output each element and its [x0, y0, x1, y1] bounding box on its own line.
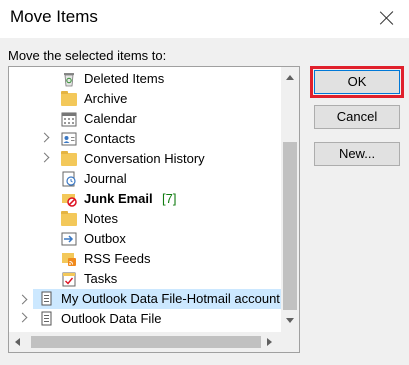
- tree-item-rss-feeds[interactable]: RSS Feeds: [9, 249, 281, 269]
- folder-icon: [61, 151, 77, 166]
- tree-item-notes[interactable]: Notes: [9, 209, 281, 229]
- vertical-scroll-thumb[interactable]: [283, 142, 297, 310]
- chevron-right-icon[interactable]: [39, 152, 50, 163]
- tree-item-tasks[interactable]: Tasks: [9, 269, 281, 289]
- chevron-right-icon[interactable]: [39, 132, 50, 143]
- data-file-icon: [41, 311, 52, 326]
- contacts-icon: [61, 132, 77, 146]
- calendar-icon: [61, 112, 77, 127]
- new-folder-button[interactable]: New...: [314, 142, 400, 166]
- tree-item-outlook-data-file[interactable]: Outlook Data File: [9, 309, 281, 329]
- junk-email-icon: [62, 194, 77, 207]
- tree-item-contacts[interactable]: Contacts: [9, 129, 281, 149]
- unread-count-badge: [7]: [162, 191, 177, 206]
- chevron-right-icon[interactable]: [17, 312, 28, 323]
- tree-item-label: My Outlook Data File-Hotmail account: [61, 291, 280, 306]
- tree-item-conversation-history[interactable]: Conversation History: [9, 149, 281, 169]
- vertical-scrollbar[interactable]: [281, 67, 299, 332]
- close-icon[interactable]: [377, 8, 397, 28]
- scroll-down-icon[interactable]: [286, 318, 294, 323]
- horizontal-scroll-thumb[interactable]: [31, 336, 261, 348]
- dialog-title: Move Items: [10, 7, 98, 26]
- cancel-button[interactable]: Cancel: [314, 105, 400, 129]
- chevron-right-icon[interactable]: [17, 294, 28, 305]
- tree-item-my-outlook-data-file[interactable]: My Outlook Data File-Hotmail account: [33, 289, 281, 309]
- tree-item-calendar[interactable]: Calendar: [9, 109, 281, 129]
- tree-item-label: Deleted Items: [84, 71, 165, 86]
- tree-item-archive[interactable]: Archive: [9, 89, 281, 109]
- tree-item-deleted-items[interactable]: Deleted Items: [9, 69, 281, 89]
- tree-item-label: Conversation History: [84, 151, 205, 166]
- tree-item-label: Junk Email: [84, 191, 153, 206]
- scrollbar-corner: [281, 332, 299, 352]
- tree-item-label: Tasks: [84, 271, 118, 286]
- tasks-icon: [62, 272, 76, 287]
- tree-item-journal[interactable]: Journal: [9, 169, 281, 189]
- tree-item-junk-email[interactable]: Junk Email [7]: [9, 189, 281, 209]
- tree-item-label: RSS Feeds: [84, 251, 151, 266]
- folder-tree[interactable]: Deleted Items Archive Calendar Contacts …: [8, 66, 300, 353]
- scroll-left-icon[interactable]: [15, 338, 20, 346]
- outbox-icon: [61, 232, 77, 246]
- tree-item-label: Journal: [84, 171, 127, 186]
- title-bar: Move Items: [0, 0, 409, 38]
- tree-item-label: Notes: [84, 211, 118, 226]
- horizontal-scrollbar[interactable]: [9, 332, 281, 352]
- recycle-bin-icon: [64, 73, 74, 87]
- tree-item-label: Outlook Data File: [61, 311, 162, 326]
- tree-item-label: Outbox: [84, 231, 126, 246]
- tree-item-outbox[interactable]: Outbox: [9, 229, 281, 249]
- scroll-up-icon[interactable]: [286, 75, 294, 80]
- tree-item-label: Archive: [84, 91, 128, 106]
- tree-item-label: Contacts: [84, 131, 136, 146]
- data-file-icon: [41, 291, 52, 306]
- notes-icon: [61, 211, 77, 226]
- move-prompt-label: Move the selected items to:: [8, 48, 167, 63]
- tree-item-label: Calendar: [84, 111, 137, 126]
- rss-icon: [62, 253, 76, 266]
- ok-button[interactable]: OK: [314, 70, 400, 94]
- scroll-right-icon[interactable]: [267, 338, 272, 346]
- folder-icon: [61, 91, 77, 106]
- journal-icon: [62, 171, 76, 187]
